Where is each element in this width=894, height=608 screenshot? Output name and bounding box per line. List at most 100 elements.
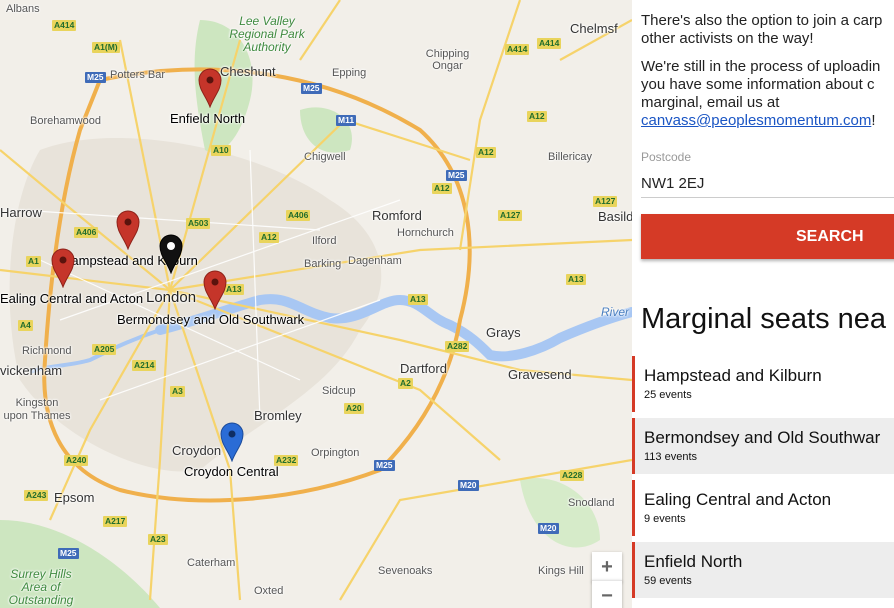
place-label: Orpington [311, 447, 360, 459]
road-shield: A3 [170, 386, 185, 397]
road-shield: A4 [18, 320, 33, 331]
place-label: Sidcup [322, 385, 356, 397]
constituency-label: Croydon Central [184, 464, 279, 479]
seat-item-enfield-north[interactable]: Enfield North 59 events [632, 542, 894, 598]
road-shield: A240 [64, 455, 89, 466]
place-label: River [601, 305, 630, 319]
seat-events: 113 events [644, 451, 698, 463]
place-label: Chipping Ongar [425, 48, 470, 72]
place-label: Epping [332, 67, 367, 79]
road-shield: A406 [74, 227, 99, 238]
place-label: Potters Bar [110, 69, 166, 81]
seat-name: Hampstead and Kilburn [644, 366, 822, 385]
place-label: Kingston upon Thames [3, 397, 71, 422]
place-label: Grays [486, 325, 521, 340]
constituency-label: Bermondsey and Old Southwark [117, 312, 305, 327]
place-label: Gravesend [508, 367, 572, 382]
place-label: Caterham [187, 557, 236, 569]
place-label: Dagenham [348, 255, 402, 267]
place-label: Oxted [254, 585, 284, 597]
road-shield: A23 [148, 534, 168, 545]
place-label: Ilford [312, 235, 337, 247]
road-shield: M20 [458, 480, 479, 491]
road-shield: A1 [26, 256, 41, 267]
road-shield: A282 [445, 341, 470, 352]
road-shield: A12 [259, 232, 279, 243]
map[interactable]: Albans Cheshunt Potters Bar Borehamwood … [0, 0, 632, 608]
place-label: Epsom [54, 490, 95, 505]
place-label: Hornchurch [397, 227, 454, 239]
map-pin-croydon-central[interactable] [220, 422, 244, 463]
seat-name: Enfield North [644, 552, 743, 571]
place-label: Snodland [568, 497, 615, 509]
road-shield: A406 [286, 210, 311, 221]
info-line-1: We're still in the process of uploadin [641, 58, 881, 75]
seat-events: 59 events [644, 575, 692, 587]
email-link[interactable]: canvass@peoplesmomentum.com [641, 112, 871, 129]
road-shield: M11 [336, 115, 357, 126]
road-shield: A13 [566, 274, 586, 285]
road-shield: A228 [560, 470, 585, 481]
road-shield: A205 [92, 344, 117, 355]
place-label: Bromley [254, 408, 302, 423]
road-shield: A13 [408, 294, 428, 305]
place-label: Chelmsf [570, 21, 618, 36]
map-pin-enfield-north[interactable] [198, 68, 222, 109]
place-label: Dartford [400, 361, 447, 376]
place-label: Romford [372, 208, 422, 223]
road-shield: M20 [538, 523, 559, 534]
park-label: Surrey Hills Area of Outstanding [8, 567, 74, 608]
zoom-in-button[interactable]: + [592, 552, 622, 582]
road-shield: A127 [498, 210, 523, 221]
search-button[interactable]: SEARCH [641, 214, 894, 259]
road-shield: A503 [186, 218, 211, 229]
place-label: Chigwell [304, 151, 346, 163]
postcode-input[interactable] [641, 170, 894, 198]
seat-item-bermondsey-and-old-southwark[interactable]: Bermondsey and Old Southwar 113 events [632, 418, 894, 474]
road-shield: A243 [24, 490, 49, 501]
road-shield: A10 [211, 145, 231, 156]
place-label: Albans [6, 3, 40, 15]
place-label: Kings Hill [538, 565, 584, 577]
sidebar: There's also the option to join a carp o… [632, 0, 894, 608]
road-shield: M25 [301, 83, 322, 94]
intro-paragraph: There's also the option to join a carp o… [641, 12, 894, 48]
road-shield: A1(M) [92, 42, 120, 53]
seat-events: 9 events [644, 513, 686, 525]
map-pin-ealing-central-and-acton[interactable] [51, 248, 75, 289]
road-shield: A414 [537, 38, 562, 49]
postcode-label: Postcode [641, 150, 692, 164]
place-label: Borehamwood [30, 115, 101, 127]
road-shield: A12 [476, 147, 496, 158]
constituency-label: Enfield North [170, 111, 246, 126]
road-shield: M25 [58, 548, 79, 559]
place-label: Richmond [22, 345, 72, 357]
place-label: Billericay [548, 151, 593, 163]
seat-item-hampstead-and-kilburn[interactable]: Hampstead and Kilburn 25 events [632, 356, 894, 412]
place-label: vickenham [0, 363, 63, 378]
place-label: Croydon [172, 443, 222, 458]
info-line-3: marginal, email us at [641, 94, 780, 111]
place-label: Sevenoaks [378, 565, 433, 577]
map-pin-bermondsey-and-old-southwark[interactable] [203, 270, 227, 311]
zoom-out-button[interactable]: − [592, 580, 622, 608]
map-pin-home-location[interactable] [159, 234, 183, 275]
road-shield: A127 [593, 196, 618, 207]
map-pin-hampstead-and-kilburn[interactable] [116, 210, 140, 251]
intro-line-1: There's also the option to join a carp [641, 12, 883, 29]
seat-name: Bermondsey and Old Southwar [644, 428, 881, 447]
info-line-2: you have some information about c [641, 76, 875, 93]
road-shield: A214 [132, 360, 157, 371]
road-shield: A12 [432, 183, 452, 194]
road-shield: A414 [52, 20, 77, 31]
place-label: Cheshunt [220, 64, 276, 79]
constituency-label: Ealing Central and Acton [0, 291, 144, 306]
place-label: Harrow [0, 205, 42, 220]
email-suffix: ! [871, 112, 876, 129]
road-shield: A217 [103, 516, 128, 527]
seat-events: 25 events [644, 389, 692, 401]
road-shield: M25 [374, 460, 395, 471]
seat-item-ealing-central-and-acton[interactable]: Ealing Central and Acton 9 events [632, 480, 894, 536]
info-paragraph: We're still in the process of uploadin y… [641, 58, 894, 130]
park-label: Lee Valley Regional Park Authority [229, 14, 305, 55]
